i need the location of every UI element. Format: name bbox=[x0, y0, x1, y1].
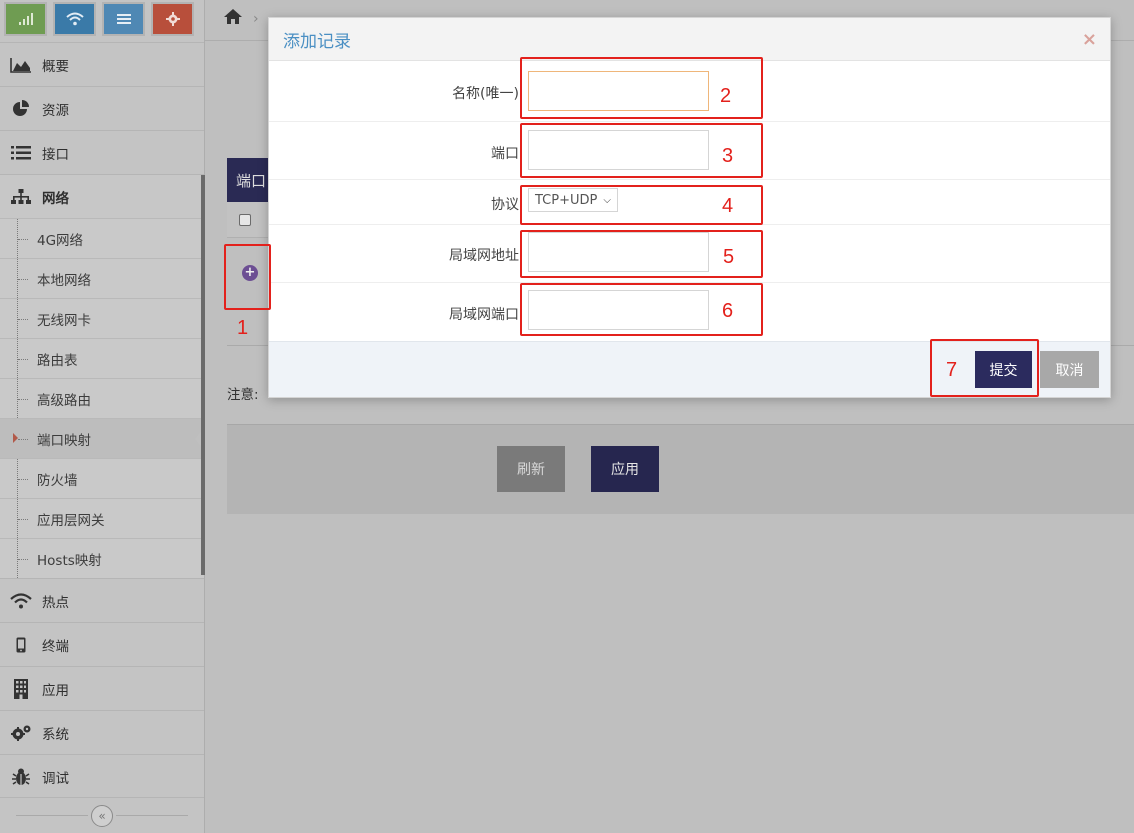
double-chevron-left-icon: « bbox=[98, 808, 106, 823]
chart-area-icon bbox=[8, 57, 34, 73]
lan-port-label: 局域网端口 bbox=[449, 307, 519, 323]
list-icon bbox=[8, 145, 34, 161]
sidebar-item-terminal[interactable]: 终端 bbox=[0, 622, 204, 666]
sidebar-subitem-label: 4G网络 bbox=[37, 232, 84, 249]
annotation-box-1 bbox=[224, 244, 271, 310]
sidebar-item-network[interactable]: 网络 bbox=[0, 174, 204, 218]
sidebar-item-label: 接口 bbox=[42, 146, 69, 163]
wifi-icon bbox=[65, 12, 84, 26]
sidebar-item-apps[interactable]: 应用 bbox=[0, 666, 204, 710]
sidebar-item-system[interactable]: 系统 bbox=[0, 710, 204, 754]
action-panel bbox=[227, 424, 1134, 514]
port-label: 端口 bbox=[491, 146, 519, 162]
shortcut-bar bbox=[0, 0, 204, 42]
annotation-number-4: 4 bbox=[722, 195, 734, 217]
sidebar-subitem-label: 路由表 bbox=[37, 352, 78, 369]
sidebar-item-label: 终端 bbox=[42, 638, 69, 655]
sidebar-subitem-label: 防火墙 bbox=[37, 472, 78, 489]
annotation-number-7: 7 bbox=[946, 359, 958, 381]
sidebar-item-label: 网络 bbox=[42, 190, 69, 207]
annotation-number-3: 3 bbox=[722, 145, 734, 167]
sidebar-subitem-4g[interactable]: 4G网络 bbox=[0, 218, 204, 258]
signal-icon bbox=[18, 13, 33, 25]
sidebar: 概要 资源 接口 网络 4G网络 本地网络 无线网卡 路由表 高级路由 端口映射… bbox=[0, 0, 205, 833]
sidebar-collapse-button[interactable]: « bbox=[91, 804, 113, 827]
sidebar-subitem-port-mapping[interactable]: 端口映射 bbox=[0, 418, 204, 458]
note-label: 注意: bbox=[227, 387, 259, 403]
bug-icon bbox=[8, 768, 34, 786]
list-icon bbox=[116, 14, 131, 24]
sidebar-subitem-advanced-route[interactable]: 高级路由 bbox=[0, 378, 204, 418]
shortcut-list-button[interactable] bbox=[102, 2, 145, 36]
name-label: 名称(唯一) bbox=[452, 86, 519, 102]
sidebar-subitem-local-network[interactable]: 本地网络 bbox=[0, 258, 204, 298]
mobile-icon bbox=[8, 637, 34, 653]
refresh-button[interactable]: 刷新 bbox=[497, 446, 565, 492]
breadcrumb-separator: › bbox=[253, 10, 259, 27]
sidebar-item-label: 概要 bbox=[42, 58, 69, 75]
sidebar-subitem-label: 高级路由 bbox=[37, 392, 91, 409]
sidebar-item-label: 系统 bbox=[42, 726, 69, 743]
dialog-header: 添加记录 × bbox=[269, 18, 1110, 61]
gears-icon bbox=[8, 724, 34, 742]
sidebar-subitem-label: 应用层网关 bbox=[37, 512, 105, 529]
sidebar-item-label: 热点 bbox=[42, 594, 69, 611]
sidebar-item-resources[interactable]: 资源 bbox=[0, 86, 204, 130]
protocol-label: 协议 bbox=[491, 197, 519, 213]
pie-chart-icon bbox=[8, 99, 34, 118]
sidebar-subitem-label: 无线网卡 bbox=[37, 312, 91, 329]
table-header-label: 端口 bbox=[236, 171, 267, 190]
apply-button[interactable]: 应用 bbox=[591, 446, 659, 492]
shortcut-wifi-button[interactable] bbox=[53, 2, 96, 36]
annotation-number-5: 5 bbox=[723, 246, 735, 268]
annotation-number-2: 2 bbox=[720, 85, 732, 107]
lan-address-label: 局域网地址 bbox=[449, 248, 519, 264]
active-caret-icon bbox=[13, 433, 18, 443]
sidebar-subitem-route-table[interactable]: 路由表 bbox=[0, 338, 204, 378]
network-submenu: 4G网络 本地网络 无线网卡 路由表 高级路由 端口映射 防火墙 应用层网关 H… bbox=[0, 218, 204, 578]
breadcrumb: › bbox=[223, 8, 259, 29]
table-header: 端口 bbox=[227, 158, 273, 202]
building-icon bbox=[8, 678, 34, 699]
table-row bbox=[227, 202, 273, 238]
sidebar-item-hotspot[interactable]: 热点 bbox=[0, 578, 204, 622]
sidebar-item-overview[interactable]: 概要 bbox=[0, 42, 204, 86]
sidebar-subitem-label: Hosts映射 bbox=[37, 552, 102, 569]
sidebar-subitem-firewall[interactable]: 防火墙 bbox=[0, 458, 204, 498]
shortcut-signal-button[interactable] bbox=[4, 2, 47, 36]
annotation-number-1: 1 bbox=[237, 317, 249, 339]
shortcut-settings-button[interactable] bbox=[151, 2, 194, 36]
sidebar-subitem-wireless-card[interactable]: 无线网卡 bbox=[0, 298, 204, 338]
sidebar-item-label: 应用 bbox=[42, 682, 69, 699]
home-icon[interactable] bbox=[223, 8, 243, 29]
sidebar-subitem-hosts[interactable]: Hosts映射 bbox=[0, 538, 204, 578]
sidebar-item-label: 资源 bbox=[42, 102, 69, 119]
sidebar-item-interfaces[interactable]: 接口 bbox=[0, 130, 204, 174]
wifi-icon bbox=[8, 592, 34, 609]
sidebar-subitem-label: 端口映射 bbox=[37, 432, 91, 449]
gear-icon bbox=[165, 12, 180, 26]
sidebar-subitem-alg[interactable]: 应用层网关 bbox=[0, 498, 204, 538]
dialog-title: 添加记录 bbox=[283, 31, 351, 52]
sidebar-item-debug[interactable]: 调试 bbox=[0, 754, 204, 798]
sidebar-subitem-label: 本地网络 bbox=[37, 272, 91, 289]
cancel-button[interactable]: 取消 bbox=[1040, 351, 1099, 388]
sidebar-collapse-bar: « bbox=[0, 797, 204, 833]
sidebar-item-label: 调试 bbox=[42, 770, 69, 787]
select-all-checkbox[interactable] bbox=[239, 213, 251, 226]
close-icon[interactable]: × bbox=[1082, 29, 1097, 50]
sitemap-icon bbox=[8, 188, 34, 205]
annotation-number-6: 6 bbox=[722, 300, 734, 322]
